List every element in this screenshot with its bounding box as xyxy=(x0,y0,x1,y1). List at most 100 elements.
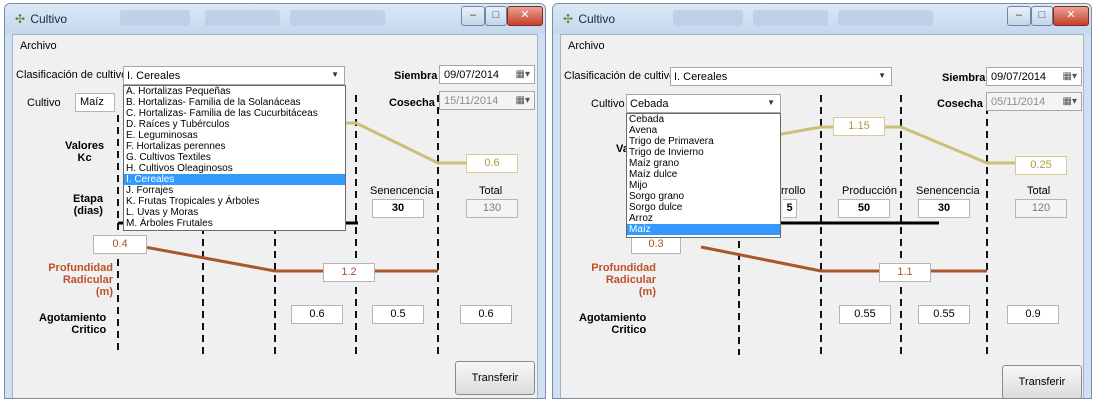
harvest-date: 05/11/2014 xyxy=(991,96,1046,108)
blurred-taskbar-item xyxy=(838,10,933,26)
dropdown-option[interactable]: G. Cultivos Textiles xyxy=(124,152,345,163)
harvest-label: Cosecha xyxy=(937,98,983,110)
dropdown-option[interactable]: Arroz xyxy=(627,213,780,224)
senescence-days-input[interactable]: 30 xyxy=(372,199,424,218)
dropdown-option-selected[interactable]: Maíz xyxy=(627,224,780,235)
harvest-label: Cosecha xyxy=(389,97,435,109)
dropdown-option[interactable]: D. Raíces y Tubérculos xyxy=(124,119,345,130)
minimize-button[interactable]: – xyxy=(1007,6,1031,26)
kc-mid-value[interactable]: 1.15 xyxy=(833,117,885,136)
sowing-date: 09/07/2014 xyxy=(991,71,1047,83)
title-bar: ✣ Cultivo – □ ✕ xyxy=(5,4,545,34)
senescence-days-input[interactable]: 30 xyxy=(918,199,970,218)
stage-label-line2: (dias) xyxy=(73,205,103,217)
crop-label: Cultivo xyxy=(27,97,61,109)
classification-label: Clasificación de cultivo xyxy=(16,69,128,81)
dropdown-option[interactable]: Trigo de Primavera xyxy=(627,136,780,147)
root-label-line2: Radicular xyxy=(62,274,113,286)
chevron-down-icon: ▼ xyxy=(767,98,775,107)
cultivo-window-left: ✣ Cultivo – □ ✕ Archivo Clasificación de… xyxy=(4,3,546,399)
depletion-value-1[interactable]: 0.55 xyxy=(839,305,891,324)
dropdown-option[interactable]: Maíz grano xyxy=(627,158,780,169)
window-title: ✣ Cultivo xyxy=(15,12,68,26)
crop-dropdown-list[interactable]: Cebada Avena Trigo de Primavera Trigo de… xyxy=(626,113,781,238)
transfer-data-button[interactable]: Transferir Datos xyxy=(1002,365,1082,398)
depletion-label-line1: Agotamiento xyxy=(579,312,647,324)
total-days-value: 120 xyxy=(1015,199,1067,218)
depletion-value-3[interactable]: 0.9 xyxy=(1007,305,1059,324)
kc-label-line1: Valores xyxy=(65,140,105,152)
stage-label-line1: Etapa xyxy=(73,193,103,205)
calendar-icon[interactable]: ▦▾ xyxy=(516,69,530,80)
root-label-line3: (m) xyxy=(95,286,113,298)
app-icon: ✣ xyxy=(563,12,574,26)
root-start-value[interactable]: 0.4 xyxy=(93,235,147,254)
classification-combo[interactable]: I. Cereales ▼ xyxy=(123,66,345,85)
dropdown-option[interactable]: F. Hortalizas perennes xyxy=(124,141,345,152)
calendar-icon[interactable]: ▦▾ xyxy=(516,95,530,106)
minimize-button[interactable]: – xyxy=(461,6,485,26)
dropdown-option[interactable]: Maíz dulce xyxy=(627,169,780,180)
harvest-date-picker[interactable]: 15/11/2014 ▦▾ xyxy=(439,91,535,110)
dropdown-option[interactable]: M. Árboles Frutales xyxy=(124,218,345,229)
dropdown-option-selected[interactable]: I. Cereales xyxy=(124,174,345,185)
close-button[interactable]: ✕ xyxy=(1053,6,1089,26)
depletion-value-3[interactable]: 0.6 xyxy=(460,305,512,324)
dropdown-option[interactable]: Trigo de Invierno xyxy=(627,147,780,158)
calendar-icon[interactable]: ▦▾ xyxy=(1063,96,1077,107)
production-label: Producción xyxy=(842,185,898,197)
total-days-value: 130 xyxy=(466,199,518,218)
harvest-date: 15/11/2014 xyxy=(444,95,499,107)
kc-label-line2: Kc xyxy=(77,152,92,164)
root-max-value[interactable]: 1.2 xyxy=(323,263,375,282)
dropdown-option[interactable]: B. Hortalizas- Familia de la Solanáceas xyxy=(124,97,345,108)
calendar-icon[interactable]: ▦▾ xyxy=(1063,71,1077,82)
kc-end-value[interactable]: 0.25 xyxy=(1015,156,1067,175)
crop-combo[interactable]: Cebada ▼ xyxy=(626,94,781,113)
dropdown-option[interactable]: E. Leguminosas xyxy=(124,130,345,141)
depletion-value-2[interactable]: 0.5 xyxy=(372,305,424,324)
classification-label: Clasificación de cultivo xyxy=(564,70,676,82)
dropdown-option[interactable]: Cebada xyxy=(627,114,780,125)
development-label-partial: rrollo xyxy=(781,185,806,197)
depletion-label: Agotamiento Critico xyxy=(579,312,646,336)
maximize-button[interactable]: □ xyxy=(485,6,507,26)
root-label-line1: Profundidad xyxy=(48,262,113,274)
dropdown-option[interactable]: H. Cultivos Oleaginosos xyxy=(124,163,345,174)
sowing-label: Siembra xyxy=(394,70,438,82)
production-days-input[interactable]: 50 xyxy=(838,199,890,218)
crop-input[interactable]: Maíz xyxy=(75,93,115,112)
root-max-value[interactable]: 1.1 xyxy=(879,263,931,282)
maximize-button[interactable]: □ xyxy=(1031,6,1053,26)
classification-combo[interactable]: I. Cereales ▼ xyxy=(670,67,892,86)
dropdown-option[interactable]: Mijo xyxy=(627,180,780,191)
dropdown-option[interactable]: L. Uvas y Moras xyxy=(124,207,345,218)
close-button[interactable]: ✕ xyxy=(507,6,543,26)
kc-end-value[interactable]: 0.6 xyxy=(466,154,518,173)
blurred-taskbar-item xyxy=(205,10,280,26)
harvest-date-picker[interactable]: 05/11/2014 ▦▾ xyxy=(986,92,1082,111)
depletion-value-1[interactable]: 0.6 xyxy=(291,305,343,324)
dropdown-option[interactable]: Sorgo dulce xyxy=(627,202,780,213)
dropdown-option[interactable]: C. Hortalizas- Familia de las Cucurbitác… xyxy=(124,108,345,119)
root-label-line3: (m) xyxy=(638,286,656,298)
blurred-taskbar-item xyxy=(673,10,743,26)
kc-label: Valores Kc xyxy=(65,140,104,164)
dropdown-option[interactable]: Avena xyxy=(627,125,780,136)
depletion-value-2[interactable]: 0.55 xyxy=(918,305,970,324)
development-days-input[interactable]: 5 xyxy=(783,199,797,218)
window-client: Archivo Clasificación de cultivo I. Cere… xyxy=(12,34,538,398)
chevron-down-icon: ▼ xyxy=(878,71,886,80)
dropdown-option[interactable]: A. Hortalizas Pequeñas xyxy=(124,86,345,97)
root-depth-label: Profundidad Radicular (m) xyxy=(23,262,113,298)
sowing-date-picker[interactable]: 09/07/2014 ▦▾ xyxy=(439,65,535,84)
kc-label-partial: Valores xyxy=(616,143,626,155)
blurred-taskbar-item xyxy=(290,10,385,26)
classification-dropdown-list[interactable]: A. Hortalizas Pequeñas B. Hortalizas- Fa… xyxy=(123,85,346,231)
blurred-taskbar-item xyxy=(753,10,828,26)
dropdown-option[interactable]: K. Frutas Tropicales y Árboles xyxy=(124,196,345,207)
sowing-date-picker[interactable]: 09/07/2014 ▦▾ xyxy=(986,67,1082,86)
transfer-data-button[interactable]: Transferir Datos xyxy=(455,361,535,395)
dropdown-option[interactable]: J. Forrajes xyxy=(124,185,345,196)
dropdown-option[interactable]: Sorgo grano xyxy=(627,191,780,202)
